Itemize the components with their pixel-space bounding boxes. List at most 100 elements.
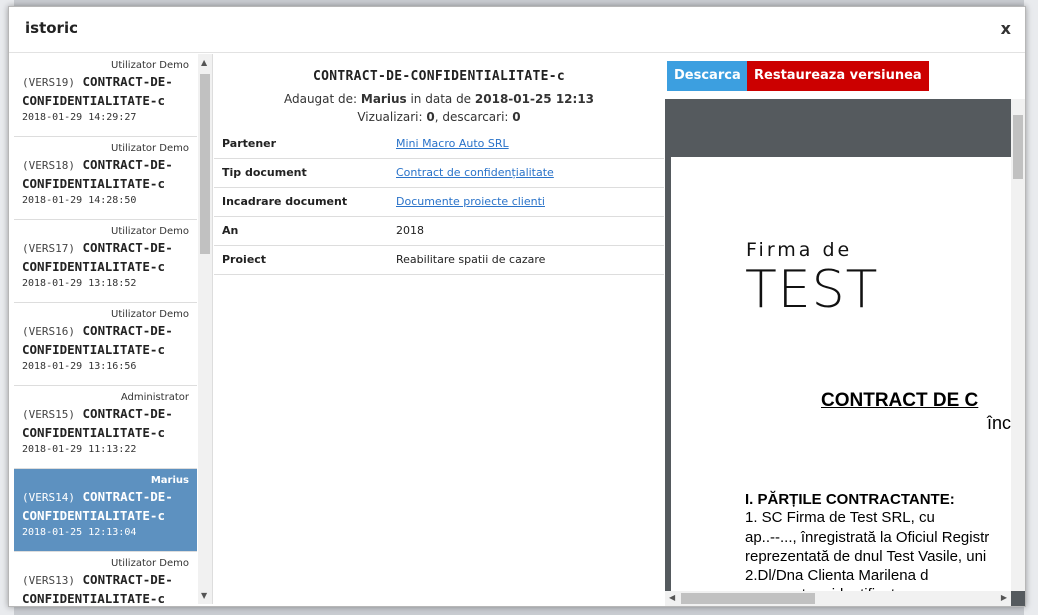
modal-header: istoric x (9, 7, 1025, 53)
document-line: 2.Dl/Dna Clienta Marilena d (745, 567, 929, 584)
property-value-cell: Contract de confidențialitate (388, 158, 664, 188)
version-name-line2: CONFIDENTIALITATE-c (22, 259, 165, 274)
version-date: 2018-01-25 12:13:04 (22, 527, 137, 538)
version-user: Utilizator Demo (111, 226, 189, 237)
up-arrow-icon[interactable]: ▲ (201, 58, 207, 67)
document-line: reprezentată de dnul Test Vasile, uni (745, 548, 987, 565)
contract-heading: CONTRACT DE C (821, 390, 979, 411)
document-viewer[interactable]: Firma de TEST CONTRACT DE C înc I. PĂRȚI… (665, 99, 1025, 606)
download-button[interactable]: Descarca (667, 61, 748, 91)
preview-panel: Descarca Restaureaza versiunea Firma de … (665, 54, 1025, 606)
version-name-line1: CONTRACT-DE- (82, 323, 173, 338)
property-label: An (214, 216, 388, 246)
right-arrow-icon[interactable]: ▶ (1001, 593, 1007, 602)
version-name-line1: CONTRACT-DE- (82, 74, 173, 89)
version-list: Utilizator Demo (VERS19) CONTRACT-DE- CONF… (14, 54, 197, 604)
version-date: 2018-01-29 13:18:52 (22, 278, 137, 289)
version-name: (VERS19) CONTRACT-DE- CONFIDENTIALITATE-c (22, 73, 189, 110)
views-prefix: Vizualizari: (357, 110, 427, 124)
downloads-count: 0 (512, 110, 521, 124)
views-count: 0 (426, 110, 435, 124)
version-date: 2018-01-29 13:16:56 (22, 361, 137, 372)
version-item[interactable]: Utilizator Demo (VERS16) CONTRACT-DE- CONF… (14, 303, 197, 386)
property-label: Incadrare document (214, 187, 388, 217)
property-value: Reabilitare spatii de cazare (396, 253, 546, 266)
property-row: Proiect Reabilitare spatii de cazare (214, 245, 664, 275)
property-link[interactable]: Documente proiecte clienti (396, 195, 545, 208)
version-date: 2018-01-29 14:28:50 (22, 195, 137, 206)
version-name: (VERS16) CONTRACT-DE- CONFIDENTIALITATE-c (22, 322, 189, 359)
version-name-line1: CONTRACT-DE- (82, 489, 173, 504)
added-mid: in data de (406, 92, 475, 106)
version-list-panel: Utilizator Demo (VERS19) CONTRACT-DE- CONF… (14, 54, 213, 604)
viewer-horizontal-scrollbar[interactable]: ◀ ▶ (665, 591, 1011, 606)
version-tag: (VERS19) (22, 76, 75, 89)
version-user: Utilizator Demo (111, 143, 189, 154)
version-tag: (VERS17) (22, 242, 75, 255)
added-date: 2018-01-25 12:13 (474, 92, 595, 106)
logo-small-text: Firma de (746, 239, 853, 261)
history-modal: istoric x Utilizator Demo (VERS19) CONTRA… (8, 6, 1026, 607)
background-right (1024, 0, 1038, 615)
version-tag: (VERS13) (22, 574, 75, 587)
scrollbar-thumb[interactable] (200, 74, 210, 254)
property-value-cell: Documente proiecte clienti (388, 187, 664, 217)
scrollbar-thumb[interactable] (1013, 115, 1023, 179)
version-name-line2: CONFIDENTIALITATE-c (22, 176, 165, 191)
version-item[interactable]: Utilizator Demo (VERS13) CONTRACT-DE- CONF… (14, 552, 197, 604)
property-link[interactable]: Mini Macro Auto SRL (396, 137, 509, 150)
version-tag: (VERS14) (22, 491, 75, 504)
property-label: Partener (214, 129, 388, 159)
close-button[interactable]: x (1001, 19, 1011, 38)
version-name-line2: CONFIDENTIALITATE-c (22, 342, 165, 357)
version-user: Marius (150, 475, 189, 486)
version-item[interactable]: Utilizator Demo (VERS19) CONTRACT-DE- CONF… (14, 54, 197, 137)
version-user: Administrator (120, 392, 189, 403)
property-row: Partener Mini Macro Auto SRL (214, 129, 664, 159)
views-info: Vizualizari: 0, descarcari: 0 (214, 110, 664, 124)
added-user: Marius (360, 92, 407, 106)
property-row: Tip document Contract de confidențialitat… (214, 158, 664, 188)
property-value-cell: Reabilitare spatii de cazare (388, 245, 664, 275)
version-item[interactable]: Marius (VERS14) CONTRACT-DE- CONFIDENTIALI… (14, 469, 197, 552)
version-name: (VERS13) CONTRACT-DE- CONFIDENTIALITATE-c (22, 571, 189, 604)
document-line: I. PĂRȚILE CONTRACTANTE: (745, 491, 955, 508)
version-item[interactable]: Utilizator Demo (VERS18) CONTRACT-DE- CONF… (14, 137, 197, 220)
version-tag: (VERS16) (22, 325, 75, 338)
version-name: (VERS17) CONTRACT-DE- CONFIDENTIALITATE-c (22, 239, 189, 276)
logo-big-text: TEST (745, 260, 879, 320)
version-tag: (VERS18) (22, 159, 75, 172)
version-user: Utilizator Demo (111, 309, 189, 320)
version-item[interactable]: Administrator (VERS15) CONTRACT-DE- CONFID… (14, 386, 197, 469)
left-arrow-icon[interactable]: ◀ (669, 593, 675, 602)
version-name-line2: CONFIDENTIALITATE-c (22, 508, 165, 523)
version-name: (VERS18) CONTRACT-DE- CONFIDENTIALITATE-c (22, 156, 189, 193)
document-title: CONTRACT-DE-CONFIDENTIALITATE-c (313, 69, 565, 84)
document-page: Firma de TEST CONTRACT DE C înc I. PĂRȚI… (671, 157, 1011, 597)
viewer-vertical-scrollbar[interactable] (1011, 99, 1025, 591)
version-name-line2: CONFIDENTIALITATE-c (22, 93, 165, 108)
version-name: (VERS14) CONTRACT-DE- CONFIDENTIALITATE-c (22, 488, 189, 525)
version-name: (VERS15) CONTRACT-DE- CONFIDENTIALITATE-c (22, 405, 189, 442)
added-prefix: Adaugat de: (283, 92, 361, 106)
version-name-line2: CONFIDENTIALITATE-c (22, 425, 165, 440)
version-tag: (VERS15) (22, 408, 75, 421)
property-row: Incadrare document Documente proiecte cli… (214, 187, 664, 217)
property-link[interactable]: Contract de confidențialitate (396, 166, 554, 179)
modal-title: istoric (25, 19, 78, 37)
version-name-line2: CONFIDENTIALITATE-c (22, 591, 165, 604)
version-item[interactable]: Utilizator Demo (VERS17) CONTRACT-DE- CONF… (14, 220, 197, 303)
down-arrow-icon[interactable]: ▼ (201, 591, 207, 600)
property-label: Tip document (214, 158, 388, 188)
added-info: Adaugat de: Marius in data de 2018-01-25… (214, 92, 664, 106)
restore-version-button[interactable]: Restaureaza versiunea (747, 61, 929, 91)
property-value-cell: Mini Macro Auto SRL (388, 129, 664, 159)
version-name-line1: CONTRACT-DE- (82, 572, 173, 587)
version-name-line1: CONTRACT-DE- (82, 406, 173, 421)
version-name-line1: CONTRACT-DE- (82, 240, 173, 255)
version-list-scrollbar[interactable]: ▲ ▼ (198, 54, 212, 604)
scrollbar-thumb[interactable] (681, 593, 815, 604)
document-line: ap..--..., înregistrată la Oficiul Regis… (745, 529, 990, 546)
details-panel: CONTRACT-DE-CONFIDENTIALITATE-c Adaugat … (214, 54, 664, 604)
property-row: An 2018 (214, 216, 664, 246)
